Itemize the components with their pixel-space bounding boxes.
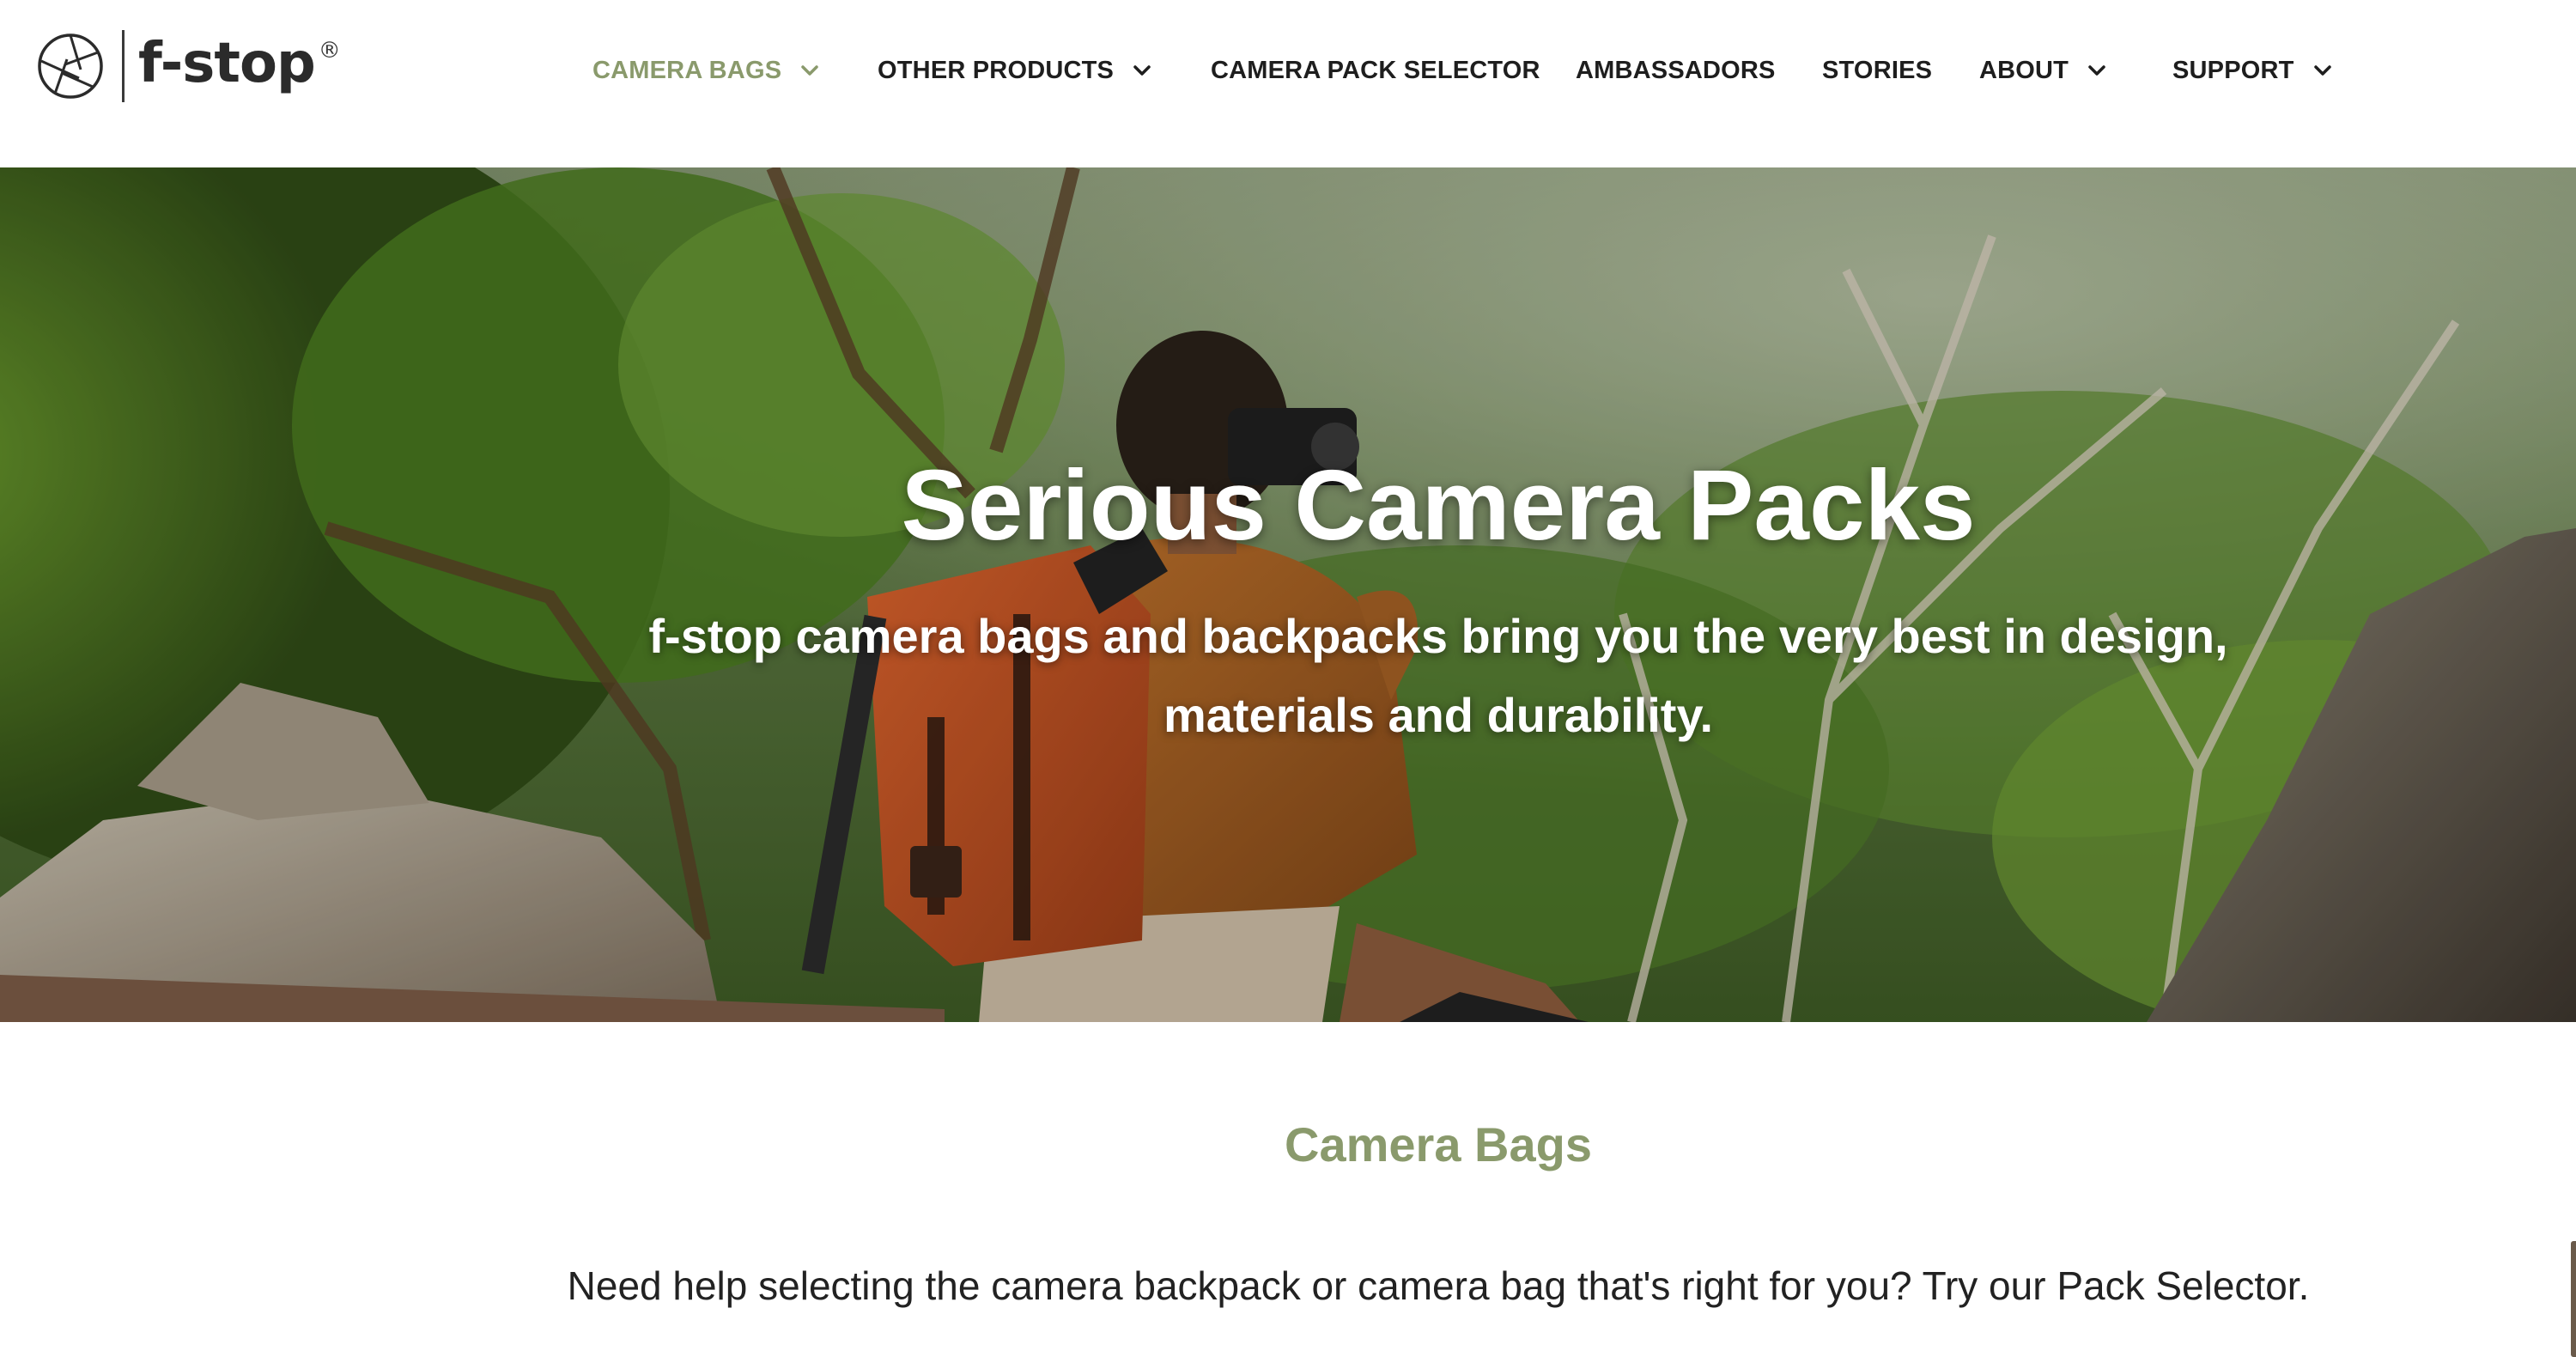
nav-item-label: CAMERA BAGS [592,56,782,84]
nav-item-stories[interactable]: STORIES [1822,53,1932,88]
aperture-logo-icon [38,33,103,99]
nav-item-camera-bags[interactable]: CAMERA BAGS [592,53,823,88]
nav-item-label: STORIES [1822,56,1933,84]
nav-item-label: AMBASSADORS [1576,56,1776,84]
hero-background-photo [0,167,2576,1022]
nav-item-camera-pack-selector[interactable]: CAMERA PACK SELECTOR [1211,53,1540,88]
nav-item-label: ABOUT [1979,56,2069,84]
nav-item-about[interactable]: ABOUT [1979,53,2110,88]
registered-mark: ® [318,38,341,64]
hero-subtitle: f-stop camera bags and backpacks bring y… [648,609,2228,742]
nav-item-label: OTHER PRODUCTS [878,56,1115,84]
nav-item-support[interactable]: SUPPORT [2172,53,2336,88]
site-header: f-stop ® CAMERA BAGS OTHER PRODUCTS CAME… [0,0,2576,167]
chevron-down-icon [797,58,823,83]
brand-wordmark: f-stop [138,32,316,95]
brand-logo[interactable]: f-stop ® [36,29,341,103]
pack-selector-intro: Need help selecting the camera backpack … [567,1263,2310,1308]
nav-item-label: SUPPORT [2172,56,2294,84]
nav-item-ambassadors[interactable]: AMBASSADORS [1576,53,1776,88]
chevron-down-icon [2310,58,2336,83]
logo-divider [122,30,125,102]
scrollbar-thumb[interactable] [2571,1241,2576,1357]
nav-item-label: CAMERA PACK SELECTOR [1211,56,1540,84]
chevron-down-icon [2084,58,2110,83]
nav-item-other-products[interactable]: OTHER PRODUCTS [878,53,1155,88]
section-title-camera-bags: Camera Bags [1285,1117,1592,1171]
hero-banner: Serious Camera Packs f-stop camera bags … [0,167,2576,1022]
chevron-down-icon [1129,58,1155,83]
hero-title: Serious Camera Packs [901,449,1976,561]
